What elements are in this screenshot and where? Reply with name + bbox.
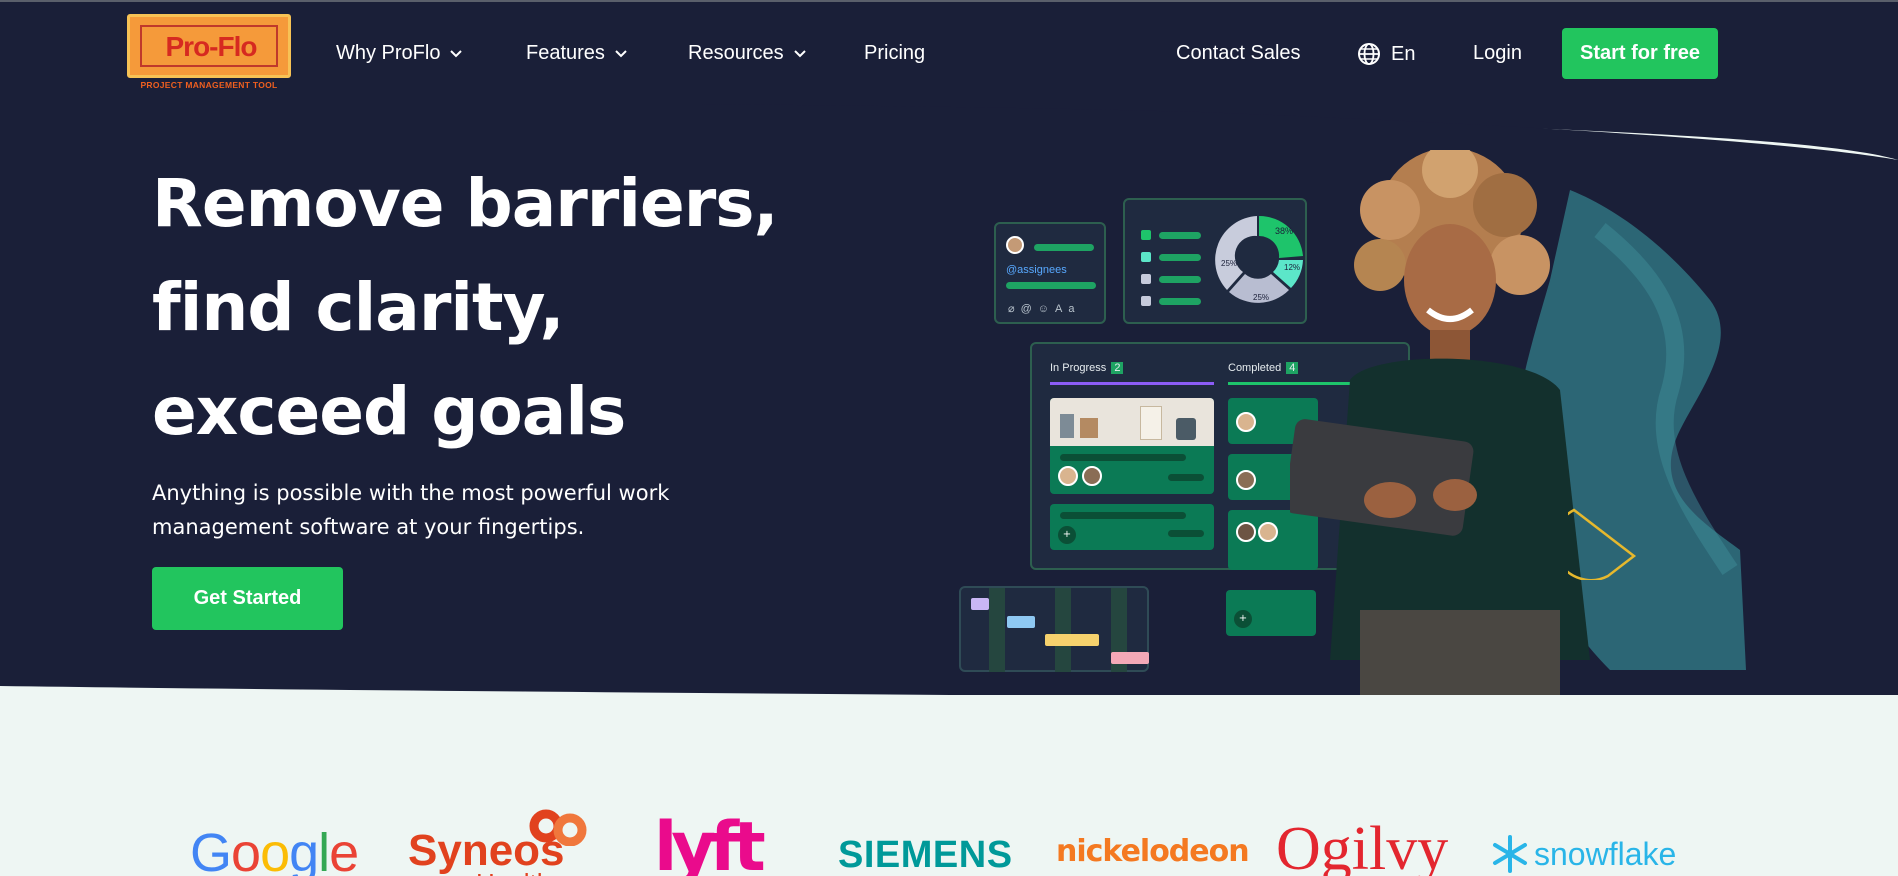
hero-heading-line: Remove barriers, [152, 165, 779, 242]
gantt-timeline-card [959, 586, 1149, 672]
gantt-bar [1045, 634, 1099, 646]
yellow-half-circle-decoration [1568, 508, 1637, 580]
add-assignee-icon: + [1058, 526, 1076, 544]
avatar [1058, 466, 1078, 486]
health-wordmark: Health [476, 868, 551, 876]
nav-pricing-label: Pricing [864, 42, 926, 64]
chevron-down-icon [793, 49, 806, 57]
nav-resources[interactable]: Resources [688, 42, 806, 65]
legend-swatch [1141, 296, 1151, 306]
letter-a-sign [1140, 406, 1162, 440]
smiley-icon: ☺ [1037, 303, 1056, 315]
assignees-mention: @assignees [1006, 264, 1067, 276]
text-placeholder-bar [1168, 530, 1204, 537]
kanban-column-title: Completed [1228, 362, 1282, 374]
legend-swatch [1141, 252, 1151, 262]
legend-bar [1159, 254, 1201, 261]
task-card: + [1050, 504, 1214, 550]
customer-logos: Google Syneos Health lyft SIEMENS nickel… [0, 800, 1898, 876]
nav-resources-label: Resources [688, 42, 784, 64]
globe-icon [1358, 43, 1380, 65]
legend-bar [1159, 232, 1201, 239]
contact-sales-link[interactable]: Contact Sales [1176, 42, 1301, 65]
text-placeholder-bar [1006, 282, 1096, 289]
nav-features[interactable]: Features [526, 42, 627, 65]
legend-bar [1159, 276, 1201, 283]
text-placeholder-bar [1034, 244, 1094, 251]
syneos-health-logo: Syneos Health [408, 809, 587, 876]
donut-label: 25% [1221, 259, 1237, 268]
at-icon: @ [1020, 303, 1038, 315]
logo-wordmark: Pro-Flo [165, 31, 258, 62]
gantt-column [989, 588, 1005, 672]
avatar [1236, 522, 1256, 542]
kanban-column-header: In Progress 2 [1050, 362, 1124, 374]
chevron-down-icon [450, 49, 463, 57]
nickelodeon-logo: nickelodeon [1056, 834, 1250, 869]
logo-tagline: PROJECT MANAGEMENT TOOL [140, 80, 278, 90]
gantt-bar [1111, 652, 1149, 664]
avatar [1006, 236, 1024, 254]
logo-badge: Pro-Flo [127, 14, 291, 78]
nav-why-proflo[interactable]: Why ProFlo [336, 42, 463, 65]
gantt-column [1055, 588, 1071, 672]
logo-frame: Pro-Flo [140, 25, 278, 67]
text-placeholder-bar [1168, 474, 1204, 481]
top-navigation: Pro-Flo PROJECT MANAGEMENT TOOL Why ProF… [0, 2, 1898, 104]
get-started-button[interactable]: Get Started [152, 567, 343, 630]
hero-heading: Remove barriers, find clarity, exceed go… [152, 152, 792, 464]
in-progress-divider [1050, 382, 1214, 385]
google-logo: Google [190, 823, 359, 876]
woman-with-tablet-photo [1290, 150, 1590, 695]
avatar [1082, 466, 1102, 486]
snowflake-logo: snowflake [1490, 834, 1676, 874]
hero-heading-line: exceed goals [152, 373, 626, 450]
login-link[interactable]: Login [1473, 42, 1522, 65]
nav-pricing[interactable]: Pricing [864, 42, 925, 65]
legend-swatch [1141, 274, 1151, 284]
contact-sales-label: Contact Sales [1176, 42, 1301, 64]
legend-swatch [1141, 230, 1151, 240]
add-assignee-icon: + [1234, 610, 1252, 628]
paperclip-icon: ⌀ [1008, 303, 1021, 315]
text-placeholder-bar [1060, 454, 1186, 461]
ogilvy-logo: Ogilvy [1276, 815, 1449, 876]
nav-why-proflo-label: Why ProFlo [336, 42, 441, 64]
donut-chart-card: 38% 12% 25% 25% [1123, 198, 1307, 324]
avatar [1236, 470, 1256, 490]
language-label: En [1391, 42, 1416, 65]
task-cover-image [1050, 398, 1214, 446]
proflo-logo[interactable]: Pro-Flo PROJECT MANAGEMENT TOOL [127, 14, 291, 90]
text-format-icon: Aa [1055, 303, 1081, 315]
login-label: Login [1473, 42, 1522, 64]
hero-subtitle: Anything is possible with the most power… [152, 481, 670, 539]
text-placeholder-bar [1060, 512, 1186, 519]
kitchen-item [1080, 418, 1098, 438]
legend-bar [1159, 298, 1201, 305]
nav-features-label: Features [526, 42, 605, 64]
kitchen-item [1060, 414, 1074, 438]
start-for-free-button[interactable]: Start for free [1562, 28, 1718, 79]
lyft-logo: lyft [654, 808, 766, 876]
kanban-column-header: Completed 4 [1228, 362, 1299, 374]
avatar [1236, 412, 1256, 432]
kanban-column-count: 2 [1111, 362, 1124, 374]
snowflake-icon [1493, 835, 1527, 873]
syneos-mark-icon [529, 809, 587, 846]
avatar [1258, 522, 1278, 542]
donut-label: 25% [1253, 293, 1269, 302]
kanban-column-title: In Progress [1050, 362, 1107, 374]
language-selector[interactable]: En [1357, 42, 1415, 66]
hero-heading-line: find clarity, [152, 269, 565, 346]
composer-toolbar: ⌀@☺Aa [1008, 302, 1081, 315]
chevron-down-icon [615, 49, 627, 57]
siemens-logo: SIEMENS [838, 834, 1013, 876]
gantt-bar [1007, 616, 1035, 628]
comment-composer-card: @assignees ⌀@☺Aa [994, 222, 1106, 324]
kitchen-item [1176, 418, 1196, 440]
task-card [1050, 398, 1214, 494]
snowflake-wordmark: snowflake [1534, 835, 1677, 872]
gantt-bar [971, 598, 989, 610]
